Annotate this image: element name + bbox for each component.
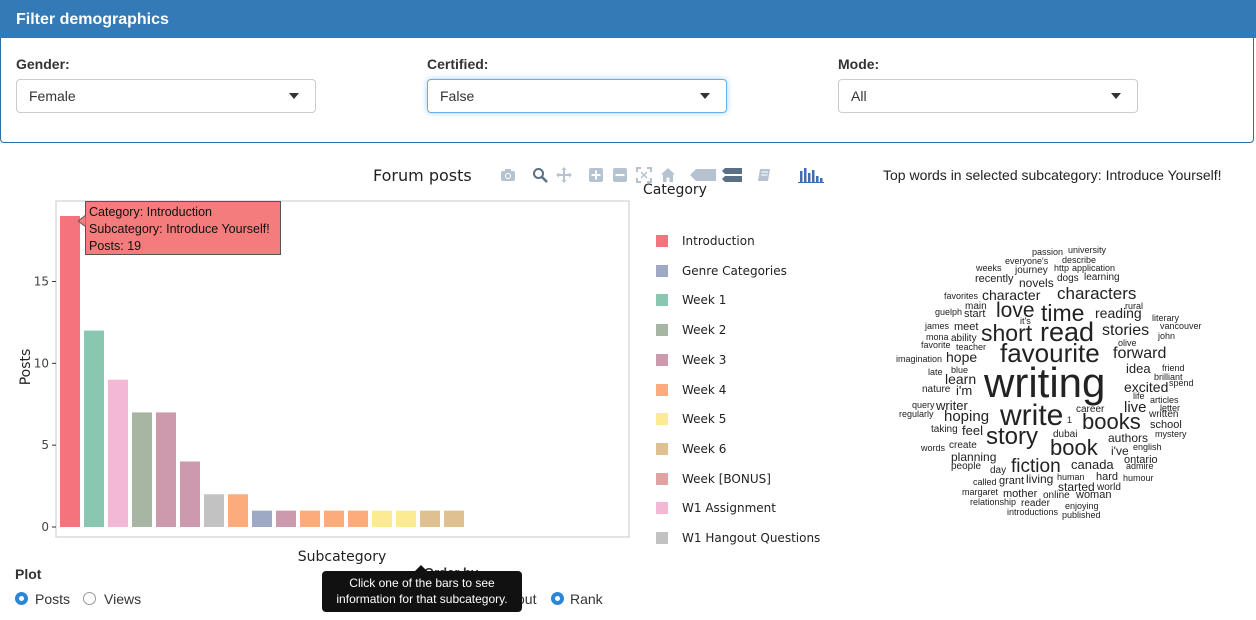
legend-swatch [656, 532, 668, 544]
camera-icon[interactable] [500, 167, 516, 183]
show-closest-icon[interactable] [690, 167, 716, 183]
plot-radio-group-label: Plot [15, 566, 42, 582]
certified-select[interactable]: False [427, 79, 727, 113]
compare-data-icon[interactable] [722, 167, 742, 183]
gender-select[interactable]: Female [16, 79, 316, 113]
legend-label: Week 3 [682, 352, 727, 367]
zoom-icon[interactable] [532, 167, 548, 183]
rank-radio[interactable] [551, 592, 564, 605]
chevron-down-icon [1111, 93, 1121, 99]
legend-swatch [656, 324, 668, 337]
bar-9[interactable] [252, 510, 272, 527]
autoscale-icon[interactable] [636, 167, 652, 183]
bar-17[interactable] [444, 510, 464, 527]
zoom-out-icon[interactable] [612, 167, 628, 183]
legend-label: Week [BONUS] [682, 471, 771, 486]
legend-label: Introduction [682, 234, 755, 248]
legend-swatch [656, 264, 668, 277]
legend-swatch [656, 442, 668, 455]
bar-12[interactable] [324, 510, 344, 527]
filter-panel-title: Filter demographics [0, 0, 1256, 38]
zoom-in-icon[interactable] [588, 167, 604, 183]
posts-radio[interactable] [15, 592, 28, 605]
tooltip-pointer [78, 215, 88, 229]
legend-swatch [656, 353, 668, 366]
legend-swatch [656, 502, 668, 515]
toggle-spikelines-icon[interactable] [756, 167, 772, 183]
tooltip-posts: Posts: 19 [89, 239, 142, 253]
mode-select[interactable]: All [838, 79, 1138, 113]
bar-11[interactable] [300, 510, 320, 527]
certified-select-value: False [440, 88, 475, 104]
legend-label: Genre Categories [682, 263, 787, 278]
legend-label: Week 4 [682, 382, 727, 397]
views-radio-label[interactable]: Views [104, 591, 141, 607]
legend-label: W1 Hangout Questions [682, 531, 821, 545]
certified-label: Certified: [427, 56, 489, 72]
bar-4[interactable] [132, 412, 152, 527]
plotly-logo-icon[interactable] [798, 167, 824, 183]
gender-label: Gender: [16, 56, 70, 72]
reset-axes-icon[interactable] [660, 167, 676, 183]
bar-3[interactable] [108, 379, 128, 527]
y-tick-label: 5 [41, 438, 49, 452]
tooltip-category: Category: Introduction [89, 205, 212, 219]
bar-8[interactable] [228, 494, 248, 527]
bar-10[interactable] [276, 510, 296, 527]
bar-15[interactable] [396, 510, 416, 527]
bar-6[interactable] [180, 461, 200, 527]
pan-icon[interactable] [556, 167, 572, 183]
bar-7[interactable] [204, 494, 224, 527]
mode-select-value: All [851, 88, 867, 104]
legend-swatch [656, 472, 668, 485]
legend-swatch [656, 235, 668, 247]
y-tick-label: 15 [34, 274, 49, 288]
bar-2[interactable] [84, 330, 104, 527]
bar-16[interactable] [420, 510, 440, 527]
hint-tooltip: Click one of the bars to see information… [322, 571, 522, 612]
legend-swatch [656, 383, 668, 396]
y-tick-label: 0 [41, 520, 49, 534]
legend-label: Week 2 [682, 323, 727, 338]
bar-14[interactable] [372, 510, 392, 527]
legend-label: Week 1 [682, 293, 727, 308]
wordcloud-title: Top words in selected subcategory: Intro… [883, 167, 1222, 183]
bar-5[interactable] [156, 412, 176, 527]
rank-radio-label[interactable]: Rank [570, 591, 603, 607]
bar-hover-tooltip: Category: Introduction Subcategory: Intr… [85, 201, 281, 255]
legend-title: Category [643, 182, 707, 198]
chevron-down-icon [289, 93, 299, 99]
y-axis-label: Posts [18, 349, 34, 386]
bar-1[interactable] [60, 216, 80, 527]
legend-label: Week 6 [682, 441, 727, 456]
views-radio[interactable] [83, 592, 96, 605]
mode-label: Mode: [838, 56, 880, 72]
chart-title: Forum posts [373, 166, 472, 185]
posts-radio-label[interactable]: Posts [35, 591, 70, 607]
legend-label: Week 5 [682, 412, 727, 427]
bar-13[interactable] [348, 510, 368, 527]
chevron-down-icon [700, 93, 710, 99]
tooltip-subcategory: Subcategory: Introduce Yourself! [89, 222, 270, 236]
legend-swatch [656, 413, 668, 426]
gender-select-value: Female [29, 88, 76, 104]
legend-swatch [656, 294, 668, 307]
y-tick-label: 10 [34, 356, 49, 370]
legend-label: W1 Assignment [682, 501, 776, 516]
x-axis-label: Subcategory [298, 549, 387, 565]
